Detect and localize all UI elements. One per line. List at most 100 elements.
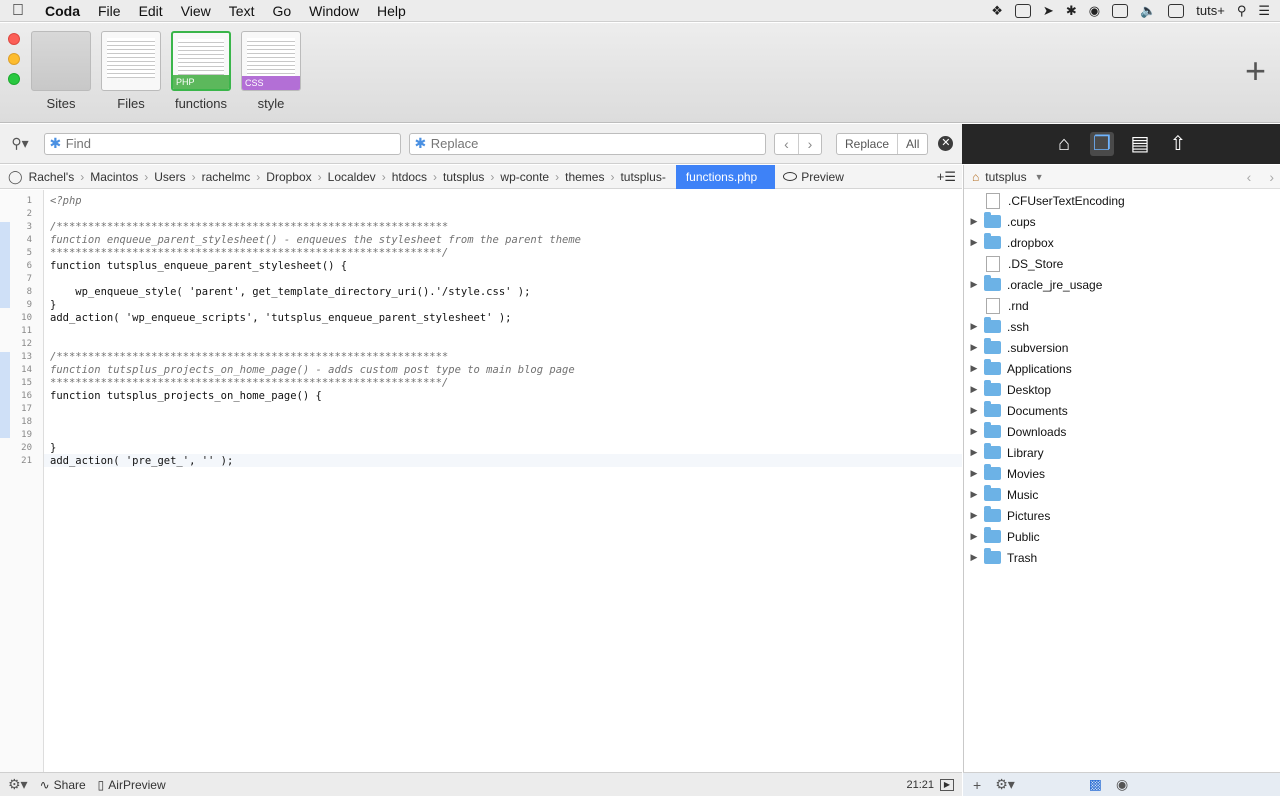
add-split-icon[interactable]: +☰ <box>937 169 962 185</box>
code-line[interactable]: } <box>50 442 56 454</box>
breadcrumb-item[interactable]: tutsplus <box>437 170 490 184</box>
file-row[interactable]: ▶ .oracle_jre_usage <box>964 274 1280 295</box>
menu-window[interactable]: Window <box>300 0 368 22</box>
fold-marker[interactable] <box>0 222 10 308</box>
code-line[interactable]: /***************************************… <box>50 351 448 363</box>
disclosure-triangle-icon[interactable]: ▶ <box>964 552 984 563</box>
file-row[interactable]: ▶ .cups <box>964 211 1280 232</box>
disclosure-triangle-icon[interactable]: ▶ <box>964 447 984 458</box>
code-line[interactable]: function enqueue_parent_stylesheet() - e… <box>50 234 581 246</box>
breadcrumb-current-file[interactable]: functions.php <box>675 164 776 189</box>
close-find-icon[interactable]: ✕ <box>938 136 954 151</box>
battery-icon[interactable] <box>1168 3 1185 18</box>
breadcrumb-item[interactable]: Dropbox <box>260 170 317 184</box>
volume-icon[interactable]: 🔈 <box>1140 3 1156 19</box>
user-menu[interactable]: tuts+ <box>1196 3 1225 18</box>
disclosure-triangle-icon[interactable]: ▶ <box>964 384 984 395</box>
file-row[interactable]: .CFUserTextEncoding <box>964 190 1280 211</box>
code-line[interactable]: ****************************************… <box>50 377 448 389</box>
disclosure-triangle-icon[interactable]: ▶ <box>964 279 984 290</box>
disclosure-triangle-icon[interactable]: ▶ <box>964 363 984 374</box>
file-row[interactable]: ▶ Movies <box>964 463 1280 484</box>
code-line[interactable]: /***************************************… <box>50 221 448 233</box>
code-line[interactable]: ****************************************… <box>50 247 448 259</box>
close-window-button[interactable] <box>8 33 20 45</box>
tab-style[interactable]: CSS style <box>240 31 302 111</box>
file-row[interactable]: .DS_Store <box>964 253 1280 274</box>
code-line[interactable]: function tutsplus_enqueue_parent_stylesh… <box>50 260 347 272</box>
tab-files[interactable]: Files <box>100 31 162 111</box>
breadcrumb-item[interactable]: rachelmc <box>196 170 257 184</box>
menu-text[interactable]: Text <box>220 0 264 22</box>
next-match-icon[interactable]: › <box>798 133 821 154</box>
location-icon[interactable]: ➤ <box>1043 3 1054 19</box>
tab-sites[interactable]: Sites <box>30 31 92 111</box>
preview-button[interactable]: Preview <box>783 170 844 184</box>
code-line[interactable]: } <box>50 299 56 311</box>
minimize-window-button[interactable] <box>8 53 20 65</box>
disclosure-triangle-icon[interactable]: ▶ <box>964 426 984 437</box>
disclosure-triangle-icon[interactable]: ▶ <box>964 468 984 479</box>
publish-icon[interactable]: ⇧ <box>1166 132 1190 156</box>
fold-marker[interactable] <box>0 352 10 438</box>
local-icon[interactable]: ▩ <box>1089 776 1102 793</box>
menu-app-coda[interactable]: Coda <box>36 0 89 22</box>
menu-go[interactable]: Go <box>263 0 300 22</box>
breadcrumb-item[interactable]: htdocs <box>386 170 433 184</box>
file-row[interactable]: .rnd <box>964 295 1280 316</box>
code-editor[interactable]: 1 <?php 2 3 /*******************************… <box>0 190 962 772</box>
toggle-icon[interactable]: ◯ <box>0 169 23 185</box>
breadcrumb-item[interactable]: Rachel's <box>23 170 81 184</box>
file-row[interactable]: ▶ Applications <box>964 358 1280 379</box>
file-row[interactable]: ▶ .subversion <box>964 337 1280 358</box>
file-row[interactable]: ▶ Downloads <box>964 421 1280 442</box>
dropbox-icon[interactable]: ❖ <box>991 3 1003 19</box>
disclosure-triangle-icon[interactable]: ▶ <box>964 489 984 500</box>
home-icon[interactable]: ⌂ <box>1052 132 1076 156</box>
disclosure-triangle-icon[interactable]: ▶ <box>964 321 984 332</box>
code-line[interactable]: add_action( 'wp_enqueue_scripts', 'tutsp… <box>50 312 511 324</box>
forward-icon[interactable]: › <box>1269 169 1274 185</box>
add-tab-button[interactable]: + <box>1245 53 1266 89</box>
gear-icon[interactable]: ⚙▾ <box>995 776 1015 793</box>
document-icon[interactable]: ▤ <box>1128 132 1152 156</box>
file-row[interactable]: ▶ Music <box>964 484 1280 505</box>
menu-view[interactable]: View <box>172 0 220 22</box>
files-icon[interactable]: ❐ <box>1090 132 1114 156</box>
share-button[interactable]: ∿ Share <box>34 778 92 792</box>
site-name[interactable]: tutsplus <box>985 170 1026 184</box>
code-line[interactable]: add_action( 'pre_get_', '' ); <box>50 455 233 467</box>
code-line[interactable]: function tutsplus_projects_on_home_page(… <box>50 390 322 402</box>
file-row[interactable]: ▶ Desktop <box>964 379 1280 400</box>
airplay-icon[interactable] <box>1112 3 1129 18</box>
notification-center-icon[interactable]: ☰ <box>1258 3 1270 19</box>
disclosure-triangle-icon[interactable]: ▶ <box>964 216 984 227</box>
file-row[interactable]: ▶ Public <box>964 526 1280 547</box>
disclosure-triangle-icon[interactable]: ▶ <box>964 531 984 542</box>
disclosure-triangle-icon[interactable]: ▶ <box>964 510 984 521</box>
disclosure-triangle-icon[interactable]: ▶ <box>964 342 984 353</box>
replace-all-button[interactable]: All <box>897 133 927 154</box>
file-row[interactable]: ▶ .ssh <box>964 316 1280 337</box>
file-row[interactable]: ▶ Library <box>964 442 1280 463</box>
code-line[interactable]: function tutsplus_projects_on_home_page(… <box>50 364 575 376</box>
chevron-down-icon[interactable]: ▼ <box>1035 172 1044 182</box>
add-icon[interactable]: + <box>973 777 981 793</box>
file-row[interactable]: ▶ Pictures <box>964 505 1280 526</box>
remote-icon[interactable]: ◉ <box>1116 776 1128 793</box>
regex-icon[interactable]: ✱ <box>410 135 431 152</box>
apple-menu-icon[interactable]:  <box>0 2 36 20</box>
menu-help[interactable]: Help <box>368 0 415 22</box>
replace-input[interactable] <box>430 136 765 151</box>
replace-button[interactable]: Replace <box>837 134 897 154</box>
breadcrumb-item[interactable]: Users <box>148 170 191 184</box>
code-line[interactable]: <?php <box>50 195 82 207</box>
panel-toggle-icon[interactable]: ▶ <box>940 778 954 791</box>
search-options-icon[interactable]: ⚲▾ <box>0 135 40 152</box>
wifi-icon[interactable]: ◉ <box>1089 3 1100 19</box>
tab-functions[interactable]: PHP functions <box>170 31 232 111</box>
menu-edit[interactable]: Edit <box>130 0 172 22</box>
bluetooth-icon[interactable]: ✱ <box>1066 3 1077 19</box>
spotlight-icon[interactable]: ⚲ <box>1237 3 1247 19</box>
breadcrumb-item[interactable]: Localdev <box>322 170 382 184</box>
